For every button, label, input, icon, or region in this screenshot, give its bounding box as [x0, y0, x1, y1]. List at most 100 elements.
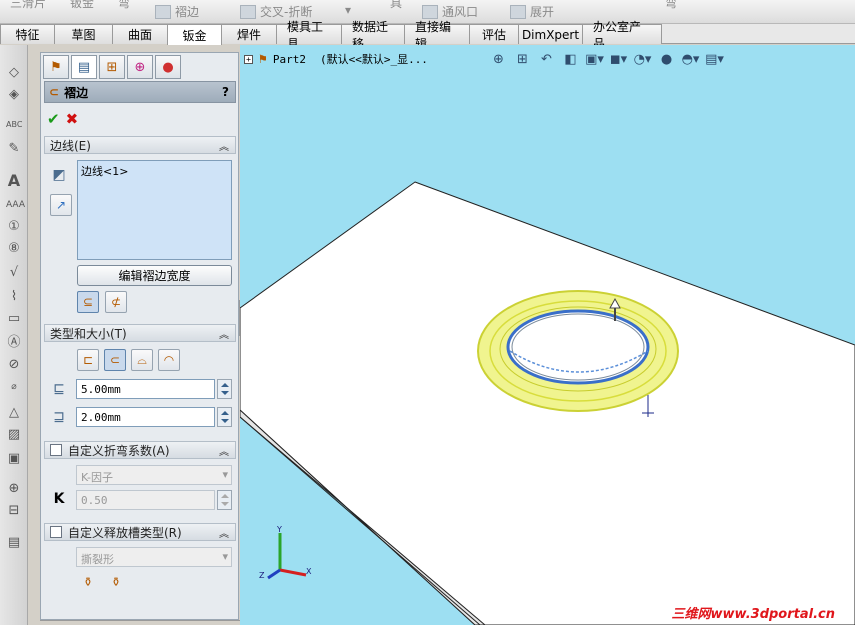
- relief-option-2-button[interactable]: ⚱: [105, 571, 127, 593]
- tab-office-products[interactable]: 办公室产品: [582, 20, 662, 51]
- toolbar-item-9[interactable]: 弯: [665, 0, 677, 11]
- k-factor-field[interactable]: 0.50: [76, 490, 215, 510]
- tab-sheet-metal[interactable]: 钣金: [167, 24, 222, 45]
- zoom-to-area-icon[interactable]: ⊞: [514, 51, 531, 67]
- toolbar-hem-button[interactable]: 褶边: [155, 3, 199, 20]
- k-factor-spinner[interactable]: [217, 490, 232, 510]
- auto-balloon-icon[interactable]: ⑧: [6, 241, 22, 257]
- graphics-area[interactable]: Y X Z + ⚑ Part2 (默认<<默认>_显... ⊕ ⊞ ↶ ◧ ▣▾…: [240, 45, 855, 625]
- expand-icon[interactable]: +: [244, 54, 253, 64]
- feature-manager-tab[interactable]: ⚑: [43, 55, 69, 79]
- display-icon: ●: [162, 59, 174, 75]
- part-name[interactable]: Part2: [273, 53, 306, 66]
- section-view-icon[interactable]: ◧: [562, 51, 579, 67]
- toolbar-label: 褶边: [175, 5, 200, 19]
- feature-tree-flyout[interactable]: + ⚑ Part2 (默认<<默认>_显...: [244, 51, 428, 67]
- toolbar-item-6[interactable]: 具: [390, 0, 402, 11]
- hem-rolled-button[interactable]: ◠: [158, 349, 180, 371]
- toolbar-item-3[interactable]: 弯: [118, 0, 130, 11]
- tab-features[interactable]: 特征: [0, 24, 55, 44]
- geometric-tolerance-icon[interactable]: ▭: [6, 311, 22, 327]
- hole-callout-icon[interactable]: ⌀: [6, 379, 22, 395]
- custom-relief-type-header[interactable]: 自定义释放槽类型(R) ︽: [44, 523, 236, 541]
- toolbar-item-1[interactable]: 三滑片: [10, 0, 46, 11]
- view-orientation-icon[interactable]: ▣▾: [585, 51, 604, 67]
- relief-option-1-button[interactable]: ⚱: [77, 571, 99, 593]
- help-button[interactable]: ?: [222, 85, 229, 99]
- toolbar-unfold-button[interactable]: 展开: [510, 3, 554, 20]
- model-items-icon[interactable]: ◈: [6, 87, 22, 103]
- dimxpert-manager-tab[interactable]: ⊕: [127, 55, 153, 79]
- apply-scene-icon[interactable]: ◓▾: [682, 51, 700, 67]
- tab-weldments[interactable]: 焊件: [221, 24, 277, 44]
- custom-bend-allowance-header[interactable]: 自定义折弯系数(A) ︽: [44, 441, 236, 459]
- weld-symbol-icon[interactable]: ⌇: [6, 289, 22, 305]
- balloon-icon[interactable]: ①: [6, 219, 22, 235]
- datum-target-icon[interactable]: ⊘: [6, 357, 22, 373]
- custom-bend-allowance-checkbox[interactable]: [50, 444, 62, 456]
- toolbar-dropdown[interactable]: ▾: [345, 3, 351, 17]
- tab-mold-tools[interactable]: 模具工具: [276, 20, 342, 51]
- table-icon[interactable]: ▤: [6, 535, 22, 551]
- display-style-icon[interactable]: ◼▾: [610, 51, 627, 67]
- collapse-icon: ︽: [219, 446, 229, 458]
- part-icon: ⚑: [259, 51, 267, 67]
- smart-dimension-icon[interactable]: ◇: [6, 65, 22, 81]
- block-icon[interactable]: ▣: [6, 451, 22, 467]
- relief-type-select[interactable]: 撕裂形: [76, 547, 232, 567]
- toolbar-item-2[interactable]: 钣金: [70, 0, 94, 11]
- bottom-tabs-strip: [40, 620, 240, 625]
- length-spinner[interactable]: [217, 379, 232, 399]
- left-toolbar: ◇ ◈ ABC ✎ A AAA ① ⑧ √ ⌇ ▭ Ⓐ ⊘ ⌀ △ ▨ ▣ ⊕ …: [0, 45, 28, 625]
- edge-selection-list[interactable]: 边线<1>: [77, 160, 232, 260]
- toolbar-label: 弯: [665, 0, 678, 10]
- hem-icon: [155, 4, 171, 19]
- display-manager-tab[interactable]: ●: [155, 55, 181, 79]
- cancel-button[interactable]: ✖: [66, 110, 79, 128]
- spell-check-icon[interactable]: ABC: [6, 117, 22, 133]
- length-field[interactable]: 5.00mm: [76, 379, 215, 399]
- center-mark-icon[interactable]: ⊕: [6, 481, 22, 497]
- heads-up-view-toolbar: ⊕ ⊞ ↶ ◧ ▣▾ ◼▾ ◔▾ ● ◓▾ ▤▾: [490, 51, 724, 67]
- edges-section-header[interactable]: 边线(E) ︽: [44, 136, 236, 154]
- collapse-icon: ︽: [219, 141, 229, 153]
- property-manager-tab[interactable]: ▤: [71, 55, 97, 79]
- hide-show-items-icon[interactable]: ◔▾: [634, 51, 652, 67]
- zoom-to-fit-icon[interactable]: ⊕: [490, 51, 507, 67]
- custom-relief-type-checkbox[interactable]: [50, 526, 62, 538]
- tab-surfaces[interactable]: 曲面: [112, 24, 168, 44]
- hem-open-button[interactable]: ⊂: [104, 349, 126, 371]
- material-inside-icon: ⊆: [82, 295, 94, 309]
- ok-button[interactable]: ✔: [47, 110, 60, 128]
- note-icon[interactable]: A: [6, 173, 22, 189]
- previous-view-icon[interactable]: ↶: [538, 51, 555, 67]
- reverse-direction-button[interactable]: ↗: [50, 194, 72, 216]
- tab-data-migration[interactable]: 数据迁移: [341, 20, 405, 51]
- view-settings-icon[interactable]: ▤▾: [705, 51, 724, 67]
- surface-finish-icon[interactable]: √: [6, 265, 22, 281]
- datum-feature-icon[interactable]: Ⓐ: [6, 335, 22, 351]
- section-title: 类型和大小(T): [50, 326, 127, 341]
- tab-dimxpert[interactable]: DimXpert: [518, 24, 583, 44]
- bend-outside-button[interactable]: ⊄: [105, 291, 127, 313]
- revision-symbol-icon[interactable]: △: [6, 405, 22, 421]
- tab-sketch[interactable]: 草图: [54, 24, 113, 44]
- configuration-manager-tab[interactable]: ⊞: [99, 55, 125, 79]
- list-item[interactable]: 边线<1>: [81, 163, 228, 179]
- tab-evaluate[interactable]: 评估: [469, 24, 519, 44]
- type-size-section-header[interactable]: 类型和大小(T) ︽: [44, 324, 236, 342]
- bend-allowance-type-select[interactable]: K-因子: [76, 465, 232, 485]
- tab-direct-editing[interactable]: 直接编辑: [404, 20, 470, 51]
- centerline-icon[interactable]: ⊟: [6, 503, 22, 519]
- area-hatch-icon[interactable]: ▨: [6, 427, 22, 443]
- format-painter-icon[interactable]: ✎: [6, 141, 22, 157]
- hem-teardrop-button[interactable]: ⌓: [131, 349, 153, 371]
- length-icon: ⊑: [53, 381, 65, 397]
- edit-hem-width-button[interactable]: 编辑褶边宽度: [77, 265, 232, 286]
- gap-distance-spinner[interactable]: [217, 407, 232, 427]
- material-inside-button[interactable]: ⊆: [77, 291, 99, 313]
- gap-distance-field[interactable]: 2.00mm: [76, 407, 215, 427]
- linear-note-pattern-icon[interactable]: AAA: [6, 197, 25, 213]
- hem-closed-button[interactable]: ⊏: [77, 349, 99, 371]
- edit-appearance-icon[interactable]: ●: [658, 51, 675, 67]
